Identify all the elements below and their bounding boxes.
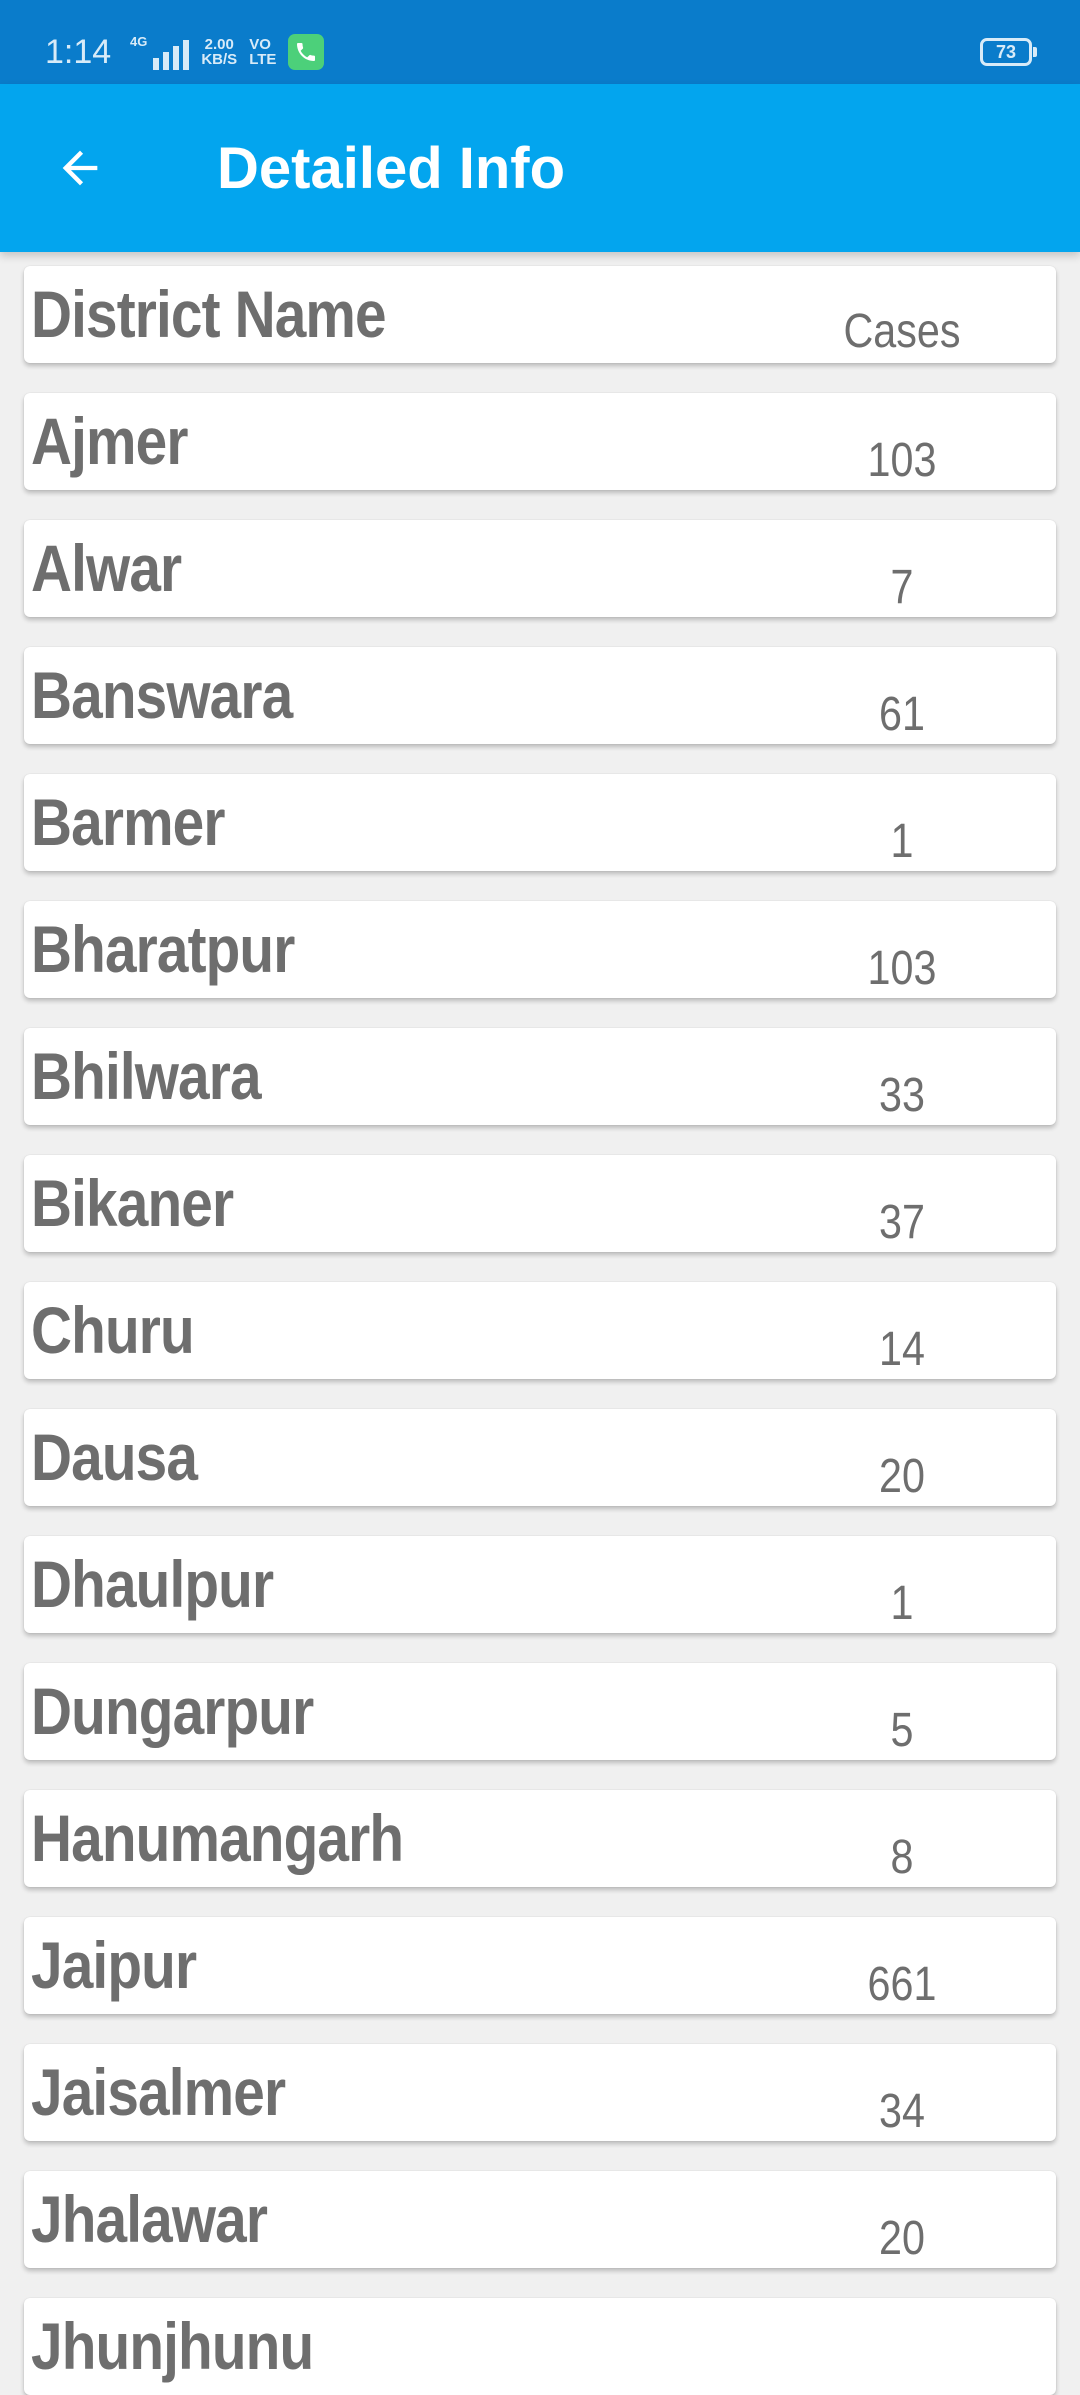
network-speed: 2.00 KB/S (201, 37, 237, 67)
district-name: Bikaner (31, 1166, 234, 1240)
table-row[interactable]: Jhunjhunu (24, 2298, 1056, 2395)
district-cases: 7 (890, 561, 914, 614)
table-row[interactable]: Dausa 20 (24, 1409, 1056, 1506)
status-time: 1:14 (45, 33, 112, 71)
district-cases: 37 (879, 1196, 925, 1249)
volte-bottom: LTE (249, 51, 277, 68)
volte-icon: VO LTE (249, 37, 276, 67)
arrow-left-icon (62, 150, 98, 186)
table-row[interactable]: Banswara 61 (24, 647, 1056, 744)
table-row[interactable]: Jaipur 661 (24, 1917, 1056, 2014)
district-name: Dausa (31, 1420, 198, 1494)
district-name: Alwar (31, 531, 182, 605)
back-button[interactable] (40, 128, 120, 208)
district-cases: 1 (890, 815, 914, 868)
table-header: District Name Cases (24, 266, 1056, 363)
table-row[interactable]: Churu 14 (24, 1282, 1056, 1379)
district-name: Bharatpur (31, 912, 295, 986)
page-title: Detailed Info (217, 136, 566, 201)
district-cases: 61 (879, 688, 925, 741)
table-row[interactable]: Jhalawar 20 (24, 2171, 1056, 2268)
district-cases: 34 (879, 2085, 925, 2138)
table-row[interactable]: Bharatpur 103 (24, 901, 1056, 998)
district-cases: 103 (867, 434, 937, 487)
district-cases: 1 (890, 1577, 914, 1630)
network-type: 4G (130, 34, 148, 49)
volte-top: VO (249, 36, 271, 53)
district-name: Jaisalmer (31, 2055, 286, 2129)
district-name: Hanumangarh (31, 1801, 404, 1875)
table-row[interactable]: Dhaulpur 1 (24, 1536, 1056, 1633)
district-name: Dhaulpur (31, 1547, 274, 1621)
district-name: Jaipur (31, 1928, 197, 2002)
table-row[interactable]: Jaisalmer 34 (24, 2044, 1056, 2141)
district-name: Jhunjhunu (31, 2309, 314, 2383)
district-cases: 20 (879, 2212, 925, 2265)
table-row[interactable]: Dungarpur 5 (24, 1663, 1056, 1760)
district-name: Barmer (31, 785, 225, 859)
district-cases: 103 (867, 942, 937, 995)
network-speed-value: 2.00 (204, 36, 234, 53)
status-bar: 1:14 4G 2.00 KB/S VO LTE 73 (0, 0, 1080, 84)
header-district-name: District Name (31, 277, 387, 351)
signal-icon: 4G (130, 34, 190, 70)
district-cases: 5 (890, 1704, 914, 1757)
district-cases: 20 (879, 1450, 925, 1503)
status-icons: 4G 2.00 KB/S VO LTE (130, 30, 325, 74)
district-cases: 8 (890, 1831, 914, 1884)
district-cases: 33 (879, 1069, 925, 1122)
district-cases: 661 (867, 1958, 937, 2011)
table-row[interactable]: Ajmer 103 (24, 393, 1056, 490)
table-row[interactable]: Hanumangarh 8 (24, 1790, 1056, 1887)
table-row[interactable]: Bhilwara 33 (24, 1028, 1056, 1125)
district-name: Banswara (31, 658, 293, 732)
table-row[interactable]: Alwar 7 (24, 520, 1056, 617)
district-name: Jhalawar (31, 2182, 268, 2256)
phone-call-icon (288, 34, 325, 70)
district-name: Ajmer (31, 404, 188, 478)
district-name: Churu (31, 1293, 195, 1367)
battery-icon: 73 (980, 38, 1037, 66)
district-name: Bhilwara (31, 1039, 262, 1113)
header-cases: Cases (843, 305, 961, 358)
district-cases: 14 (879, 1323, 925, 1376)
network-speed-unit: KB/S (201, 51, 238, 68)
app-bar: Detailed Info (0, 84, 1080, 252)
table-row[interactable]: Barmer 1 (24, 774, 1056, 871)
district-name: Dungarpur (31, 1674, 314, 1748)
table-row[interactable]: Bikaner 37 (24, 1155, 1056, 1252)
